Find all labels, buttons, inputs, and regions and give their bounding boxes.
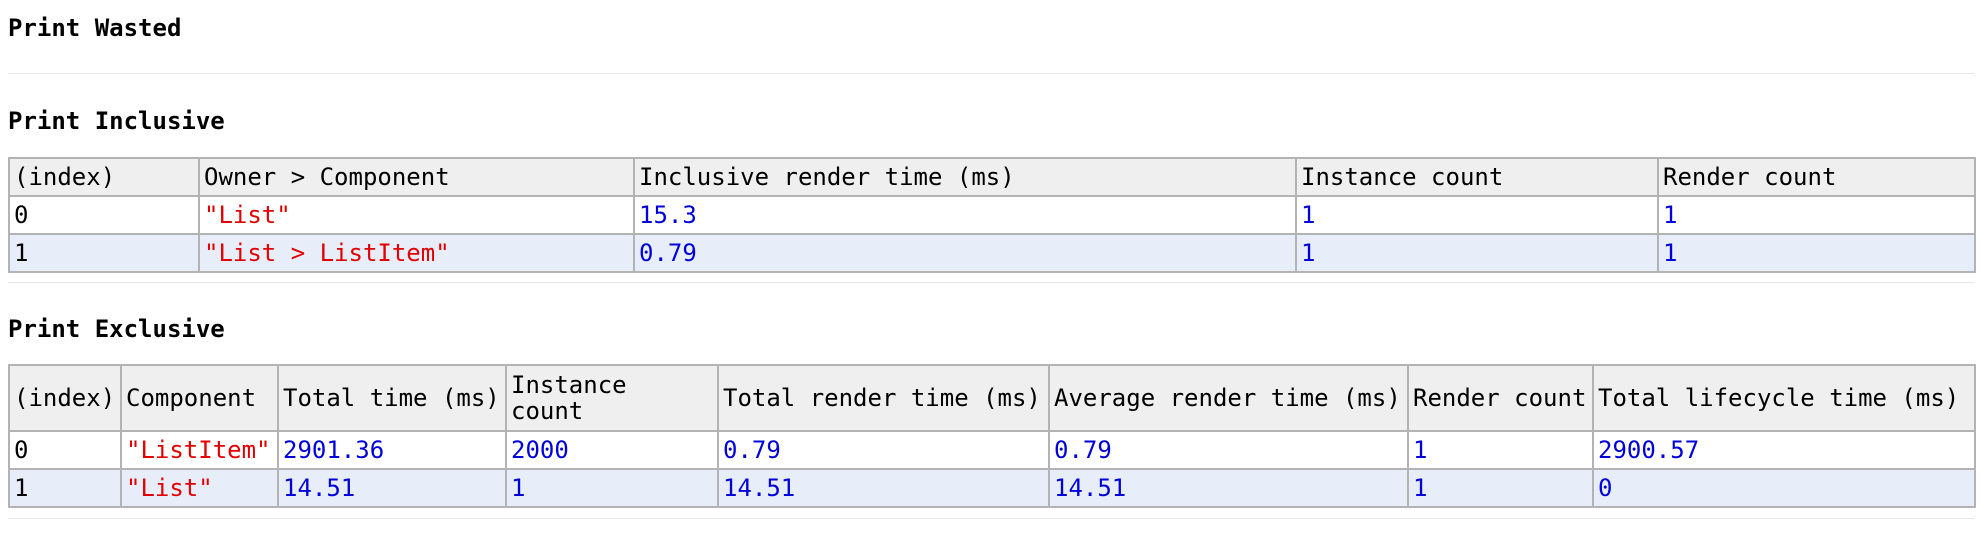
exclusive-table: (index) Component Total time (ms) Instan… bbox=[8, 364, 1976, 508]
exclusive-col-total-time[interactable]: Total time (ms) bbox=[277, 364, 507, 432]
exclusive-title: Print Exclusive bbox=[8, 315, 225, 343]
exclusive-cell-total-time: 2901.36 bbox=[277, 430, 507, 470]
exclusive-col-index[interactable]: (index) bbox=[8, 364, 122, 432]
inclusive-cell-render-count: 1 bbox=[1657, 195, 1976, 235]
inclusive-cell-render-time: 0.79 bbox=[633, 233, 1297, 273]
exclusive-col-render-count[interactable]: Render count bbox=[1407, 364, 1594, 432]
exclusive-cell-total-render-time: 14.51 bbox=[717, 468, 1050, 508]
exclusive-cell-index: 1 bbox=[8, 468, 122, 508]
exclusive-cell-total-time: 14.51 bbox=[277, 468, 507, 508]
inclusive-col-owner-component[interactable]: Owner > Component bbox=[198, 157, 635, 197]
inclusive-cell-index: 1 bbox=[8, 233, 200, 273]
inclusive-cell-owner-component: "List" bbox=[198, 195, 635, 235]
inclusive-cell-instance-count: 1 bbox=[1295, 233, 1659, 273]
inclusive-cell-owner-component: "List > ListItem" bbox=[198, 233, 635, 273]
exclusive-cell-render-count: 1 bbox=[1407, 430, 1594, 470]
wasted-divider bbox=[8, 73, 1974, 74]
table-row: 1 "List" 14.51 1 14.51 14.51 1 0 bbox=[8, 468, 1976, 508]
inclusive-col-index[interactable]: (index) bbox=[8, 157, 200, 197]
exclusive-cell-total-render-time: 0.79 bbox=[717, 430, 1050, 470]
exclusive-header-row: (index) Component Total time (ms) Instan… bbox=[8, 364, 1976, 432]
exclusive-cell-component: "List" bbox=[120, 468, 279, 508]
inclusive-col-render-time[interactable]: Inclusive render time (ms) bbox=[633, 157, 1297, 197]
exclusive-cell-average-render-time: 0.79 bbox=[1048, 430, 1409, 470]
exclusive-cell-total-lifecycle-time: 2900.57 bbox=[1592, 430, 1976, 470]
table-row: 0 "List" 15.3 1 1 bbox=[8, 195, 1976, 235]
inclusive-title: Print Inclusive bbox=[8, 107, 225, 135]
exclusive-cell-average-render-time: 14.51 bbox=[1048, 468, 1409, 508]
inclusive-cell-index: 0 bbox=[8, 195, 200, 235]
inclusive-header-row: (index) Owner > Component Inclusive rend… bbox=[8, 157, 1976, 197]
inclusive-cell-instance-count: 1 bbox=[1295, 195, 1659, 235]
exclusive-divider bbox=[8, 518, 1974, 519]
exclusive-cell-instance-count: 2000 bbox=[505, 430, 719, 470]
inclusive-cell-render-time: 15.3 bbox=[633, 195, 1297, 235]
exclusive-col-total-lifecycle-time[interactable]: Total lifecycle time (ms) bbox=[1592, 364, 1976, 432]
table-row: 0 "ListItem" 2901.36 2000 0.79 0.79 1 29… bbox=[8, 430, 1976, 470]
inclusive-cell-render-count: 1 bbox=[1657, 233, 1976, 273]
inclusive-table: (index) Owner > Component Inclusive rend… bbox=[8, 157, 1976, 273]
exclusive-cell-instance-count: 1 bbox=[505, 468, 719, 508]
inclusive-col-render-count[interactable]: Render count bbox=[1657, 157, 1976, 197]
exclusive-cell-render-count: 1 bbox=[1407, 468, 1594, 508]
exclusive-col-average-render-time[interactable]: Average render time (ms) bbox=[1048, 364, 1409, 432]
wasted-title: Print Wasted bbox=[8, 14, 182, 42]
inclusive-col-instance-count[interactable]: Instance count bbox=[1295, 157, 1659, 197]
exclusive-col-component[interactable]: Component bbox=[120, 364, 279, 432]
table-row: 1 "List > ListItem" 0.79 1 1 bbox=[8, 233, 1976, 273]
exclusive-col-total-render-time[interactable]: Total render time (ms) bbox=[717, 364, 1050, 432]
exclusive-cell-index: 0 bbox=[8, 430, 122, 470]
inclusive-divider bbox=[8, 282, 1974, 283]
exclusive-cell-component: "ListItem" bbox=[120, 430, 279, 470]
exclusive-cell-total-lifecycle-time: 0 bbox=[1592, 468, 1976, 508]
exclusive-col-instance-count[interactable]: Instance count bbox=[505, 364, 719, 432]
